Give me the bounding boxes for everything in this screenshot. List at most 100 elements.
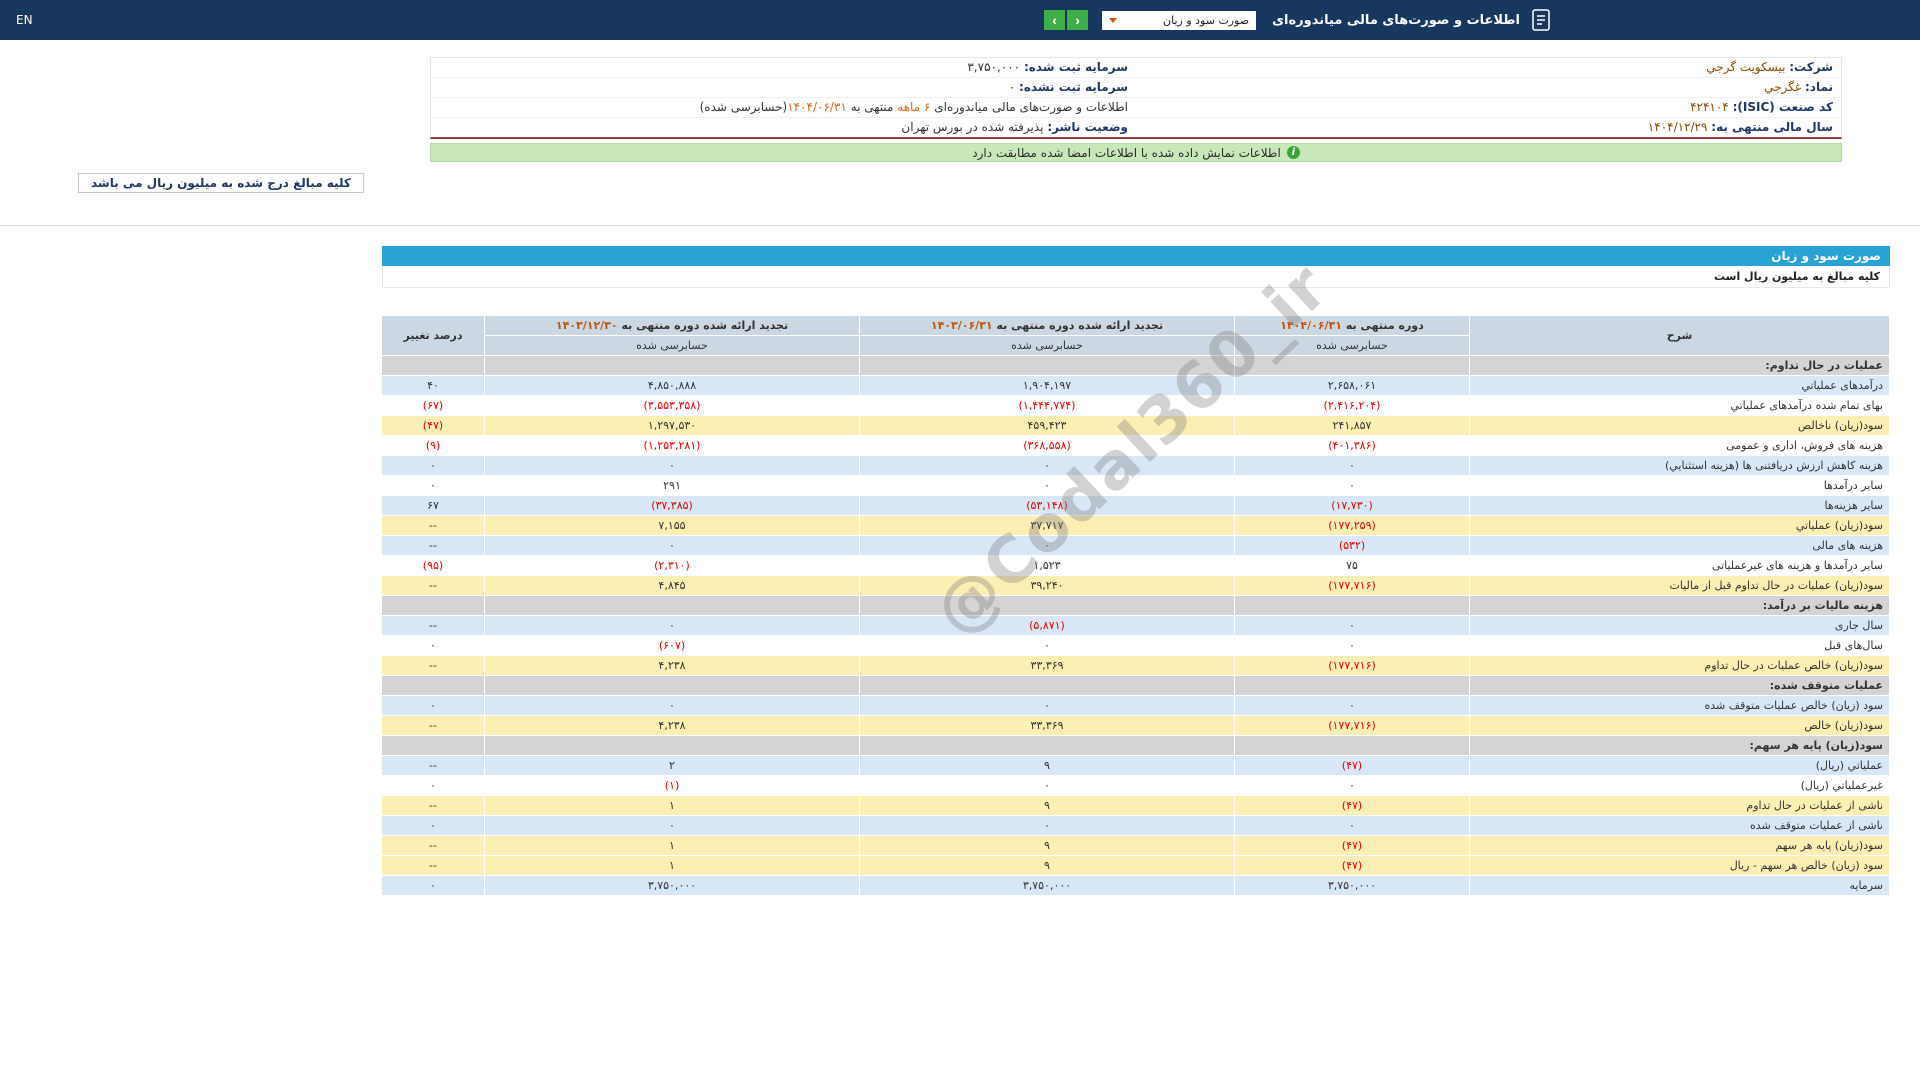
value-cell <box>485 676 860 696</box>
table-data-row: سود(زیان) ناخالص۲۴۱,۸۵۷۴۵۹,۴۲۳۱,۲۹۷,۵۳۰(… <box>382 416 1890 436</box>
income-statement-section: صورت سود و زیان کلیه مبالغ به میلیون ریا… <box>382 246 1890 896</box>
value-cell: ۰ <box>1235 816 1470 836</box>
top-navbar: اطلاعات و صورت‌های مالی میاندوره‌ای صورت… <box>0 0 1920 40</box>
percent-change-cell: -- <box>382 656 485 676</box>
value-cell: (۵۳,۱۴۸) <box>860 496 1235 516</box>
value-cell: (۱۷۷,۷۱۶) <box>1235 576 1470 596</box>
table-data-row: سود (زیان) خالص هر سهم - ریال(۴۷)۹۱-- <box>382 856 1890 876</box>
prev-statement-button[interactable]: ‹ <box>1067 10 1088 30</box>
value-cell: ۰ <box>860 696 1235 716</box>
table-data-row: سایر درآمدها و هزینه های غیرعملیاتی۷۵۱,۵… <box>382 556 1890 576</box>
percent-change-cell: -- <box>382 536 485 556</box>
info-icon: i <box>1287 146 1300 159</box>
percent-change-cell: ۰ <box>382 696 485 716</box>
value-cell: (۵,۸۷۱) <box>860 616 1235 636</box>
table-data-row: سایر هزینه‌ها(۱۷,۷۳۰)(۵۳,۱۴۸)(۳۷,۳۸۵)۶۷ <box>382 496 1890 516</box>
row-label-cell: غیرعملیاتي (ریال) <box>1470 776 1890 796</box>
value-cell <box>485 356 860 376</box>
period-date: ۱۴۰۴/۰۶/۳۱ <box>1280 319 1342 332</box>
row-label-cell: سود(زیان) ناخالص <box>1470 416 1890 436</box>
value-cell: ۲ <box>485 756 860 776</box>
company-info-panel: شرکت: بیسکویت گرجي سرمایه ثبت شده: ۳,۷۵۰… <box>430 57 1842 139</box>
value-cell: (۲,۴۱۶,۲۰۴) <box>1235 396 1470 416</box>
value-cell: ۳۹,۲۴۰ <box>860 576 1235 596</box>
value-cell: (۳۶۸,۵۵۸) <box>860 436 1235 456</box>
period-end-date: ۱۴۰۴/۰۶/۳۱ <box>787 100 847 114</box>
row-label-cell: سود(زیان) پایه هر سهم <box>1470 836 1890 856</box>
value-cell: ۰ <box>860 776 1235 796</box>
percent-change-cell: ۰ <box>382 816 485 836</box>
percent-change-cell: ۰ <box>382 476 485 496</box>
table-data-row: هزینه های فروش، اداری و عمومی(۴۰۱,۳۸۶)(۳… <box>382 436 1890 456</box>
value-cell: ۰ <box>485 616 860 636</box>
value-cell: ۳,۷۵۰,۰۰۰ <box>1235 876 1470 896</box>
publisher-status-label: وضعیت ناشر: <box>1047 120 1128 134</box>
value-cell: (۱۷۷,۷۱۶) <box>1235 656 1470 676</box>
value-cell <box>485 736 860 756</box>
row-label-cell: عملیات متوقف شده: <box>1470 676 1890 696</box>
statement-nav-buttons: ‹ › <box>1044 10 1088 30</box>
value-cell: ۰ <box>860 536 1235 556</box>
period-label: دوره منتهی به <box>1342 319 1424 332</box>
percent-change-cell <box>382 676 485 696</box>
table-header-row: شرح دوره منتهی به ۱۴۰۴/۰۶/۳۱ تجدید ارائه… <box>382 316 1890 336</box>
percent-change-cell: (۹۵) <box>382 556 485 576</box>
report-icon <box>1530 8 1552 32</box>
percent-change-cell: -- <box>382 576 485 596</box>
value-cell: ۰ <box>485 696 860 716</box>
value-cell: (۴۷) <box>1235 756 1470 776</box>
column-subheader-audited: حسابرسی شده <box>1235 336 1470 356</box>
english-language-link[interactable]: EN <box>16 13 33 27</box>
row-label-cell: بهای تمام شده درآمدهای عملیاتي <box>1470 396 1890 416</box>
unregistered-capital-value: ۰ <box>1009 80 1015 94</box>
column-header-period-current: دوره منتهی به ۱۴۰۴/۰۶/۳۱ <box>1235 316 1470 336</box>
table-data-row: بهای تمام شده درآمدهای عملیاتي(۲,۴۱۶,۲۰۴… <box>382 396 1890 416</box>
row-label-cell: سود(زیان) عملیاتي <box>1470 516 1890 536</box>
registered-capital-value: ۳,۷۵۰,۰۰۰ <box>967 60 1020 74</box>
value-cell: ۹ <box>860 756 1235 776</box>
company-value: بیسکویت گرجي <box>1706 60 1785 74</box>
value-cell: ۰ <box>860 456 1235 476</box>
value-cell: ۱ <box>485 856 860 876</box>
chevron-down-icon <box>1109 18 1117 23</box>
info-row: شرکت: بیسکویت گرجي سرمایه ثبت شده: ۳,۷۵۰… <box>431 58 1841 78</box>
value-cell: (۴۷) <box>1235 796 1470 816</box>
row-label-cell: سال جاری <box>1470 616 1890 636</box>
top-navbar-inner: اطلاعات و صورت‌های مالی میاندوره‌ای صورت… <box>0 0 1568 40</box>
row-label-cell: سایر درآمدها و هزینه های غیرعملیاتی <box>1470 556 1890 576</box>
company-field: شرکت: بیسکویت گرجي <box>1136 58 1841 77</box>
symbol-value: غگرجي <box>1764 80 1801 94</box>
value-cell: (۱,۴۴۴,۷۷۴) <box>860 396 1235 416</box>
row-label-cell: ناشی از عملیات متوقف شده <box>1470 816 1890 836</box>
percent-change-cell: ۶۷ <box>382 496 485 516</box>
row-label-cell: سرمایه <box>1470 876 1890 896</box>
percent-change-cell: -- <box>382 836 485 856</box>
row-label-cell: هزینه های فروش، اداری و عمومی <box>1470 436 1890 456</box>
signature-match-banner: i اطلاعات نمایش داده شده با اطلاعات امضا… <box>430 143 1842 162</box>
value-cell: ۳۳,۳۶۹ <box>860 716 1235 736</box>
percent-change-cell: ۰ <box>382 876 485 896</box>
value-cell: ۲۴۱,۸۵۷ <box>1235 416 1470 436</box>
row-label-cell: هزینه کاهش ارزش دریافتنی ها (هزینه استثن… <box>1470 456 1890 476</box>
percent-change-cell: ۴۰ <box>382 376 485 396</box>
column-header-period-restated-midyear: تجدید ارائه شده دوره منتهی به ۱۴۰۳/۰۶/۳۱ <box>860 316 1235 336</box>
period-length: ۶ ماهه <box>897 100 930 114</box>
isic-field: کد صنعت (ISIC): ۴۲۴۱۰۴ <box>1136 98 1841 117</box>
row-label-cell: هزینه های مالی <box>1470 536 1890 556</box>
value-cell: (۲,۳۱۰) <box>485 556 860 576</box>
percent-change-cell: ۰ <box>382 636 485 656</box>
row-label-cell: سود(زیان) خالص عملیات در حال تداوم <box>1470 656 1890 676</box>
value-cell <box>1235 596 1470 616</box>
table-data-row: سود(زیان) خالص(۱۷۷,۷۱۶)۳۳,۳۶۹۴,۲۳۸-- <box>382 716 1890 736</box>
period-label: تجدید ارائه شده دوره منتهی به <box>618 319 789 332</box>
value-cell: ۰ <box>485 816 860 836</box>
value-cell: ۴,۸۴۵ <box>485 576 860 596</box>
next-statement-button[interactable]: › <box>1044 10 1065 30</box>
statement-select[interactable]: صورت سود و زیان <box>1102 11 1256 30</box>
statement-select-value: صورت سود و زیان <box>1163 14 1249 27</box>
table-data-row: سرمایه۳,۷۵۰,۰۰۰۳,۷۵۰,۰۰۰۳,۷۵۰,۰۰۰۰ <box>382 876 1890 896</box>
value-cell: ۳۳,۳۶۹ <box>860 656 1235 676</box>
percent-change-cell: (۴۷) <box>382 416 485 436</box>
registered-capital-label: سرمایه ثبت شده: <box>1024 60 1128 74</box>
table-data-row: سایر درآمدها۰۰۲۹۱۰ <box>382 476 1890 496</box>
